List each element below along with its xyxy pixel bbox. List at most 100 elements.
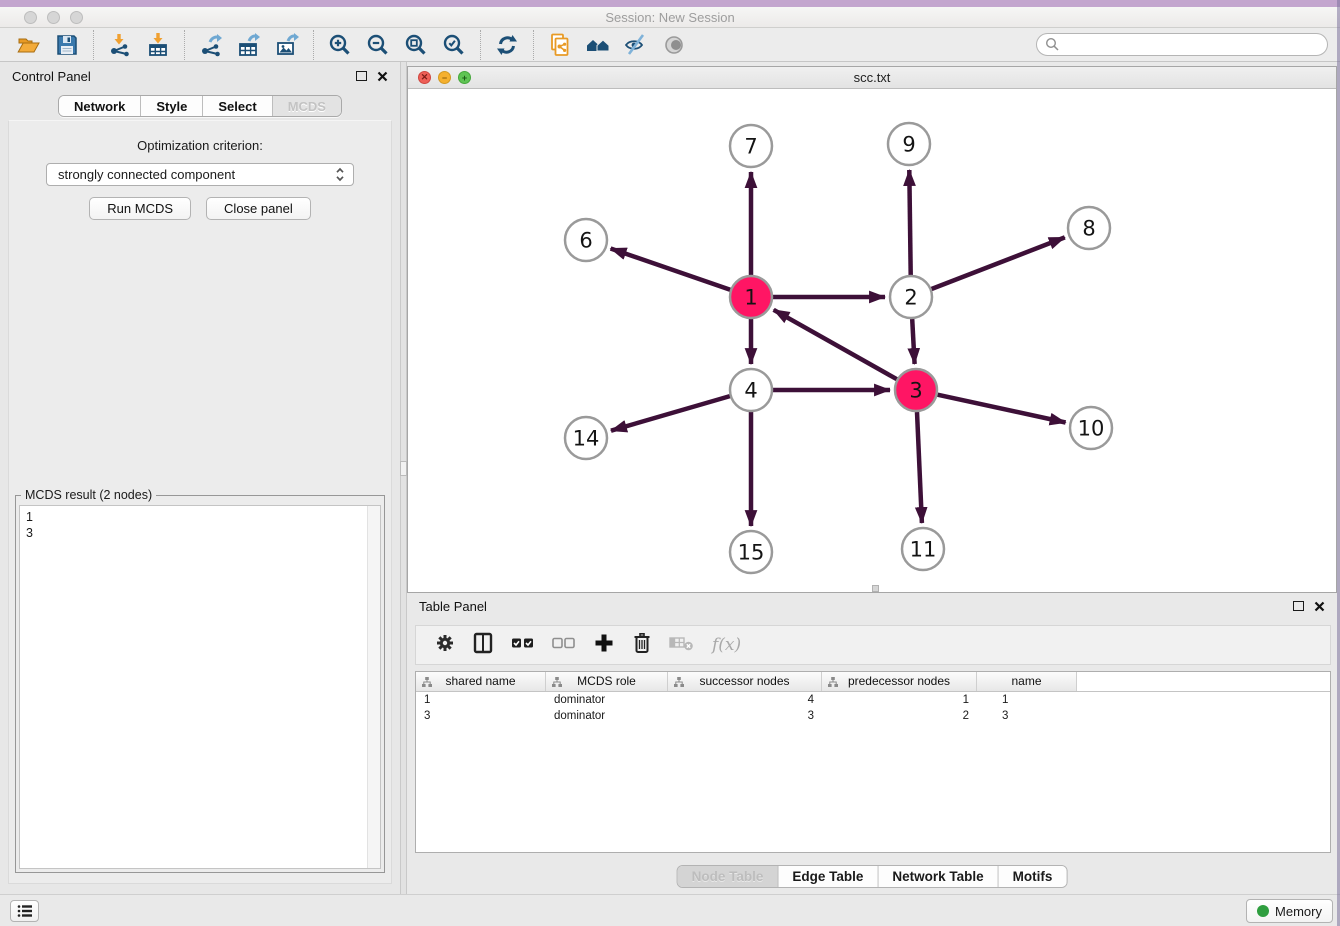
close-panel-icon[interactable] bbox=[377, 71, 388, 82]
search-box[interactable] bbox=[1036, 33, 1328, 56]
search-input[interactable] bbox=[1065, 37, 1319, 52]
node-table[interactable]: shared nameMCDS rolesuccessor nodesprede… bbox=[415, 671, 1331, 853]
zoom-out-icon[interactable] bbox=[362, 30, 394, 60]
edge-3-11[interactable] bbox=[917, 412, 922, 523]
delete-icon[interactable] bbox=[632, 632, 652, 659]
toolbar-separator bbox=[480, 30, 481, 60]
node-label-11: 11 bbox=[910, 538, 937, 562]
table-toolbar: f(x) bbox=[415, 625, 1331, 665]
run-mcds-button[interactable]: Run MCDS bbox=[89, 197, 191, 220]
cell-name[interactable]: 1 bbox=[977, 692, 1077, 708]
import-table-icon[interactable] bbox=[142, 30, 174, 60]
tab-mcds[interactable]: MCDS bbox=[273, 96, 341, 116]
close-table-panel-icon[interactable] bbox=[1314, 601, 1325, 612]
apply-layout-icon[interactable] bbox=[491, 30, 523, 60]
float-table-panel-icon[interactable] bbox=[1293, 601, 1304, 611]
close-panel-button[interactable]: Close panel bbox=[206, 197, 311, 220]
column-header-name[interactable]: name bbox=[977, 672, 1077, 691]
memory-button[interactable]: Memory bbox=[1246, 899, 1333, 923]
column-header-successor-nodes[interactable]: successor nodes bbox=[668, 672, 822, 691]
tab-style[interactable]: Style bbox=[141, 96, 203, 116]
gear-icon[interactable] bbox=[435, 633, 455, 658]
cell-shared-name[interactable]: 1 bbox=[416, 692, 546, 708]
sort-icon bbox=[422, 677, 432, 687]
network-close-button[interactable]: ✕ bbox=[418, 71, 431, 84]
toolbar-separator bbox=[313, 30, 314, 60]
new-network-from-selection-icon[interactable] bbox=[544, 30, 576, 60]
zoom-in-icon[interactable] bbox=[324, 30, 356, 60]
mcds-result-title: MCDS result (2 nodes) bbox=[21, 488, 156, 502]
network-canvas[interactable]: 1234678910111415 bbox=[408, 90, 1336, 592]
zoom-selected-icon[interactable] bbox=[438, 30, 470, 60]
table-panel: Table Panel bbox=[407, 593, 1337, 894]
mcds-result-group: MCDS result (2 nodes) 13 bbox=[15, 495, 385, 873]
node-label-2: 2 bbox=[904, 286, 917, 310]
float-panel-icon[interactable] bbox=[356, 71, 367, 81]
cell-predecessor-nodes[interactable]: 1 bbox=[822, 692, 977, 708]
table-row[interactable]: 1dominator411 bbox=[416, 692, 1330, 708]
tab-network[interactable]: Network bbox=[59, 96, 141, 116]
edge-1-6[interactable] bbox=[611, 249, 731, 290]
network-window-titlebar[interactable]: ✕ − + scc.txt bbox=[408, 67, 1336, 89]
panel-divider[interactable] bbox=[400, 62, 407, 894]
open-file-icon[interactable] bbox=[13, 30, 45, 60]
tab-motifs[interactable]: Motifs bbox=[999, 866, 1067, 887]
show-panels-button[interactable] bbox=[10, 900, 39, 922]
zoom-window-button[interactable] bbox=[70, 11, 83, 24]
memory-status-icon bbox=[1257, 905, 1269, 917]
add-icon[interactable] bbox=[593, 632, 615, 659]
import-network-icon[interactable] bbox=[104, 30, 136, 60]
criterion-select[interactable]: strongly connected component bbox=[46, 163, 354, 186]
export-network-icon[interactable] bbox=[195, 30, 227, 60]
column-header-predecessor-nodes[interactable]: predecessor nodes bbox=[822, 672, 977, 691]
cell-MCDS-role[interactable]: dominator bbox=[546, 708, 668, 724]
edge-2-8[interactable] bbox=[932, 237, 1065, 289]
tab-network-table[interactable]: Network Table bbox=[878, 866, 998, 887]
zoom-fit-icon[interactable] bbox=[400, 30, 432, 60]
network-resize-grip[interactable] bbox=[872, 585, 879, 592]
tab-select[interactable]: Select bbox=[203, 96, 272, 116]
network-minimize-button[interactable]: − bbox=[438, 71, 451, 84]
cell-predecessor-nodes[interactable]: 2 bbox=[822, 708, 977, 724]
select-all-icon[interactable] bbox=[511, 636, 535, 655]
result-scrollbar[interactable] bbox=[367, 506, 380, 868]
cell-shared-name[interactable]: 3 bbox=[416, 708, 546, 724]
column-header-shared-name[interactable]: shared name bbox=[416, 672, 546, 691]
table-panel-title: Table Panel bbox=[419, 599, 487, 614]
edge-4-14[interactable] bbox=[611, 396, 730, 431]
table-row[interactable]: 3dominator323 bbox=[416, 708, 1330, 724]
cell-successor-nodes[interactable]: 4 bbox=[668, 692, 822, 708]
delete-column-icon[interactable] bbox=[669, 634, 695, 657]
graphics-details-icon[interactable] bbox=[620, 30, 652, 60]
close-window-button[interactable] bbox=[24, 11, 37, 24]
list-icon bbox=[17, 904, 33, 918]
deselect-all-icon[interactable] bbox=[552, 636, 576, 655]
cell-name[interactable]: 3 bbox=[977, 708, 1077, 724]
edge-3-10[interactable] bbox=[938, 395, 1066, 423]
tab-edge-table[interactable]: Edge Table bbox=[778, 866, 878, 887]
divider-grip[interactable] bbox=[400, 461, 407, 476]
edge-2-3[interactable] bbox=[912, 319, 914, 364]
function-builder-icon[interactable]: f(x) bbox=[712, 635, 741, 655]
node-label-6: 6 bbox=[579, 229, 592, 253]
node-label-15: 15 bbox=[738, 541, 765, 565]
node-label-8: 8 bbox=[1082, 217, 1095, 241]
result-line: 3 bbox=[26, 525, 374, 541]
tab-node-table[interactable]: Node Table bbox=[678, 866, 779, 887]
mcds-result-text[interactable]: 13 bbox=[19, 505, 381, 869]
export-table-icon[interactable] bbox=[233, 30, 265, 60]
birdseye-view-icon[interactable] bbox=[658, 30, 690, 60]
export-image-icon[interactable] bbox=[271, 30, 303, 60]
minimize-window-button[interactable] bbox=[47, 11, 60, 24]
network-maximize-button[interactable]: + bbox=[458, 71, 471, 84]
first-neighbors-icon[interactable] bbox=[582, 30, 614, 60]
columns-icon[interactable] bbox=[472, 632, 494, 659]
cell-MCDS-role[interactable]: dominator bbox=[546, 692, 668, 708]
save-session-icon[interactable] bbox=[51, 30, 83, 60]
edge-2-9[interactable] bbox=[909, 170, 910, 275]
cell-successor-nodes[interactable]: 3 bbox=[668, 708, 822, 724]
search-icon bbox=[1045, 37, 1060, 52]
edge-3-1[interactable] bbox=[774, 310, 897, 379]
column-header-MCDS-role[interactable]: MCDS role bbox=[546, 672, 668, 691]
memory-label: Memory bbox=[1275, 904, 1322, 919]
